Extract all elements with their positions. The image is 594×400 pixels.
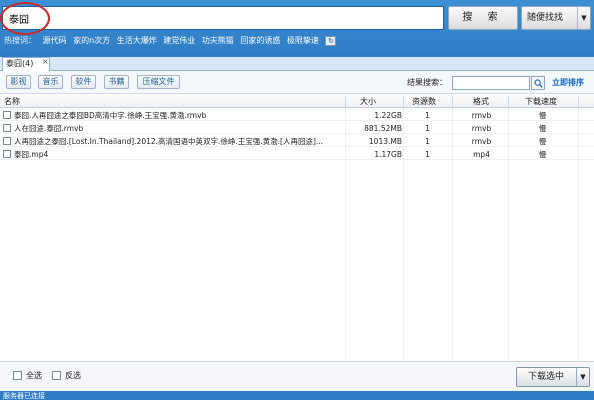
row-checkbox[interactable] <box>3 124 11 132</box>
file-size: 881.52MB <box>364 124 402 133</box>
row-checkbox[interactable] <box>3 150 11 158</box>
download-selected-label: 下载选中 <box>528 372 565 382</box>
file-format: rmvb <box>471 137 492 146</box>
column-header-speed[interactable]: 下载速度 <box>525 95 557 108</box>
bottom-action-bar: 全选 反选 下载选中 ▼ <box>0 361 594 391</box>
file-format: rmvb <box>471 111 492 120</box>
resource-count: 1 <box>425 137 430 146</box>
refresh-icon[interactable]: ↻ <box>325 35 337 46</box>
status-bar: 服务器已连接 <box>0 391 594 400</box>
filter-archive-button[interactable]: 压缩文件 <box>137 75 180 89</box>
file-format: rmvb <box>471 124 492 133</box>
invert-selection-checkbox[interactable] <box>52 371 61 380</box>
table-row[interactable]: 泰囧.人再囧途之泰囧BD高清中字.徐峥.王宝强.黄渤.rmvb 1.22GB 1… <box>0 110 594 121</box>
download-selected-button[interactable]: 下载选中 ▼ <box>516 367 590 387</box>
file-name: 泰囧.mp4 <box>14 150 49 159</box>
hot-word-link[interactable]: 功夫熊猫 <box>202 36 234 45</box>
file-name: 人在囧途.泰囧.rmvb <box>14 124 84 133</box>
invert-selection-label[interactable]: 反选 <box>65 371 81 381</box>
chevron-down-icon[interactable]: ▼ <box>576 368 589 386</box>
row-checkbox[interactable] <box>3 111 11 119</box>
search-icon[interactable] <box>531 76 545 90</box>
hot-words-label: 热搜词： <box>4 36 36 45</box>
resource-count: 1 <box>425 124 430 133</box>
filter-toolbar: 影视 音乐 软件 书籍 压缩文件 结果搜索： 立即排序 <box>0 72 594 94</box>
file-size: 1013.MB <box>368 137 402 146</box>
select-all-label[interactable]: 全选 <box>26 371 42 381</box>
download-speed: 慢 <box>538 150 547 159</box>
hot-word-link[interactable]: 回家的诱惑 <box>240 36 280 45</box>
top-search-bar: 搜 索 随便找找 ▼ 热搜词： 源代码 家的n次方 生活大爆炸 建党伟业 功夫熊… <box>0 0 594 57</box>
table-row[interactable]: 泰囧.mp4 1.17GB 1 mp4 慢 <box>0 149 594 160</box>
column-divider[interactable] <box>452 96 453 107</box>
column-header-name[interactable]: 名称 <box>4 95 20 108</box>
select-all-checkbox[interactable] <box>13 371 22 380</box>
hot-word-link[interactable]: 建党伟业 <box>163 36 195 45</box>
column-divider[interactable] <box>578 96 579 107</box>
column-divider[interactable] <box>403 96 404 107</box>
random-search-button[interactable]: 随便找找 ▼ <box>521 6 591 30</box>
random-search-label: 随便找找 <box>527 13 564 23</box>
hot-word-link[interactable]: 生活大爆炸 <box>117 36 157 45</box>
download-speed: 慢 <box>538 137 547 146</box>
file-format: mp4 <box>473 150 490 159</box>
table-row[interactable]: 人再囧途之泰囧.[Lost.In.Thailand].2012.高清国语中英双字… <box>0 136 594 147</box>
hot-word-link[interactable]: 源代码 <box>43 36 67 45</box>
resource-count: 1 <box>425 150 430 159</box>
connection-status: 服务器已连接 <box>3 392 45 400</box>
filter-video-button[interactable]: 影视 <box>6 75 31 89</box>
filter-books-button[interactable]: 书籍 <box>104 75 129 89</box>
close-icon[interactable]: × <box>42 57 50 67</box>
results-table: 泰囧.人再囧途之泰囧BD高清中字.徐峥.王宝强.黄渤.rmvb 1.22GB 1… <box>0 108 594 360</box>
chevron-down-icon[interactable]: ▼ <box>577 7 590 29</box>
table-row[interactable]: 人在囧途.泰囧.rmvb 881.52MB 1 rmvb 慢 <box>0 123 594 134</box>
hot-words-bar: 热搜词： 源代码 家的n次方 生活大爆炸 建党伟业 功夫熊猫 回家的诱惑 极限挚… <box>4 35 337 47</box>
column-divider[interactable] <box>345 96 346 107</box>
file-size: 1.17GB <box>374 150 402 159</box>
table-header: 名称 大小 资源数 格式 下载速度 <box>0 95 594 108</box>
result-filter-label: 结果搜索： <box>407 78 447 87</box>
result-tab-bar: 泰囧(4) <box>0 57 594 71</box>
result-filter-input[interactable] <box>452 76 530 90</box>
row-checkbox[interactable] <box>3 137 11 145</box>
hot-word-link[interactable]: 家的n次方 <box>73 36 110 45</box>
search-button[interactable]: 搜 索 <box>448 6 518 30</box>
column-divider[interactable] <box>508 96 509 107</box>
resource-count: 1 <box>425 111 430 120</box>
file-name: 人再囧途之泰囧.[Lost.In.Thailand].2012.高清国语中英双字… <box>14 137 324 146</box>
file-name: 泰囧.人再囧途之泰囧BD高清中字.徐峥.王宝强.黄渤.rmvb <box>14 111 207 120</box>
filter-music-button[interactable]: 音乐 <box>38 75 63 89</box>
download-speed: 慢 <box>538 124 547 133</box>
download-speed: 慢 <box>538 111 547 120</box>
hot-word-link[interactable]: 极限挚速 <box>287 36 319 45</box>
column-header-resources[interactable]: 资源数 <box>412 95 436 108</box>
search-input[interactable] <box>2 6 444 30</box>
filter-software-button[interactable]: 软件 <box>71 75 96 89</box>
file-size: 1.22GB <box>374 111 402 120</box>
sort-now-link[interactable]: 立即排序 <box>552 77 584 88</box>
column-header-format[interactable]: 格式 <box>473 95 489 108</box>
column-header-size[interactable]: 大小 <box>360 95 376 108</box>
